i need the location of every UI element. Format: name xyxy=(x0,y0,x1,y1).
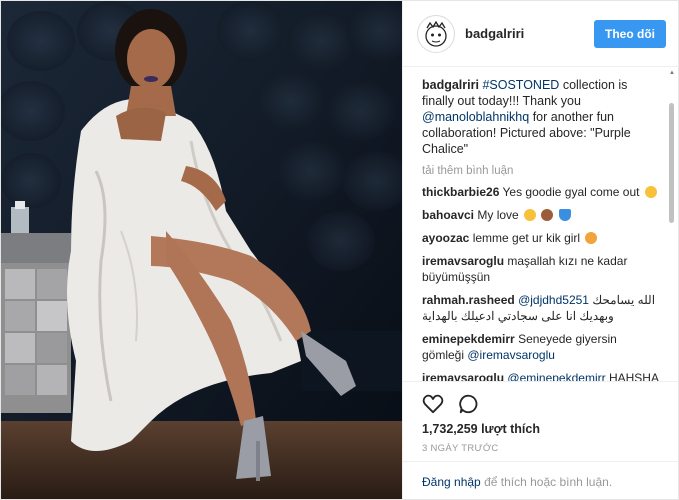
comment-username[interactable]: thickbarbie26 xyxy=(422,185,499,199)
comment-item: bahoavci My love xyxy=(422,207,662,223)
comment-text: Yes goodie gyal come out xyxy=(502,185,640,199)
login-prompt: Đăng nhập để thích hoặc bình luận. xyxy=(403,461,678,499)
load-more-comments-link[interactable]: tải thêm bình luận xyxy=(422,165,662,177)
comment-item: rahmah.rasheed @jdjdhd5251 الله يسامحك و… xyxy=(422,292,662,324)
post-sidebar: badgalriri Theo dõi badgalriri #SOSTONED… xyxy=(402,1,678,499)
likes-count[interactable]: 1,732,259 lượt thích xyxy=(422,422,662,436)
post-actions: 1,732,259 lượt thích 3 NGÀY TRƯỚC Đăng n… xyxy=(403,381,678,499)
cat-emoji-icon xyxy=(585,232,598,244)
comment-text: My love xyxy=(477,208,519,222)
caption-username[interactable]: badgalriri xyxy=(422,78,479,92)
post-header: badgalriri Theo dõi xyxy=(403,1,678,67)
scroll-up-icon[interactable]: ▲ xyxy=(669,70,675,76)
comments-scrollbar[interactable]: ▲ ▼ xyxy=(669,70,675,381)
heart-icon[interactable] xyxy=(422,394,444,414)
comment-username[interactable]: ayoozac xyxy=(422,231,469,245)
blue-heart-icon xyxy=(558,209,571,221)
post-caption: badgalriri #SOSTONED collection is final… xyxy=(422,77,662,157)
comment-item: eminepekdemirr Seneyede giyersin gömleği… xyxy=(422,331,662,363)
post-photo[interactable] xyxy=(1,1,402,499)
comment-username[interactable]: iremavsaroglu xyxy=(422,371,504,381)
comment-item: thickbarbie26 Yes goodie gyal come out xyxy=(422,184,662,200)
comment-item: iremavsaroglu @eminepekdemirr HAHSHAHAHA… xyxy=(422,370,662,381)
heart-eyes-emoji-icon xyxy=(644,186,657,198)
grinning-emoji-icon xyxy=(524,209,537,221)
comment-username[interactable]: iremavsaroglu xyxy=(422,254,504,268)
comment-mention[interactable]: @jdjdhd5251 xyxy=(518,293,589,307)
comment-mention[interactable]: @iremavsaroglu xyxy=(467,348,555,362)
comment-icon[interactable] xyxy=(458,393,480,415)
comments-list[interactable]: badgalriri #SOSTONED collection is final… xyxy=(403,67,678,381)
comment-username[interactable]: bahoavci xyxy=(422,208,474,222)
post-card: badgalriri Theo dõi badgalriri #SOSTONED… xyxy=(0,0,679,500)
login-link[interactable]: Đăng nhập xyxy=(422,475,481,489)
comment-item: iremavsaroglu maşallah kızı ne kadar büy… xyxy=(422,253,662,285)
caption-hashtag[interactable]: #SOSTONED xyxy=(482,78,559,92)
comment-username[interactable]: eminepekdemirr xyxy=(422,332,515,346)
post-username[interactable]: badgalriri xyxy=(465,26,594,41)
action-icons xyxy=(422,390,662,418)
person-emoji-icon xyxy=(541,209,554,221)
caption-mention[interactable]: @manoloblahnikhq xyxy=(422,110,529,124)
follow-button[interactable]: Theo dõi xyxy=(594,19,666,48)
avatar-icon xyxy=(425,20,447,47)
photo-illustration xyxy=(1,1,402,499)
comment-username[interactable]: rahmah.rasheed xyxy=(422,293,515,307)
comment-mention[interactable]: @eminepekdemirr xyxy=(507,371,605,381)
post-date[interactable]: 3 NGÀY TRƯỚC xyxy=(422,443,662,454)
comment-item: ayoozac lemme get ur kik girl xyxy=(422,230,662,246)
comment-text: lemme get ur kik girl xyxy=(472,231,581,245)
login-prompt-text: để thích hoặc bình luận. xyxy=(484,475,613,489)
scroll-thumb[interactable] xyxy=(669,103,674,223)
avatar[interactable] xyxy=(417,14,455,53)
